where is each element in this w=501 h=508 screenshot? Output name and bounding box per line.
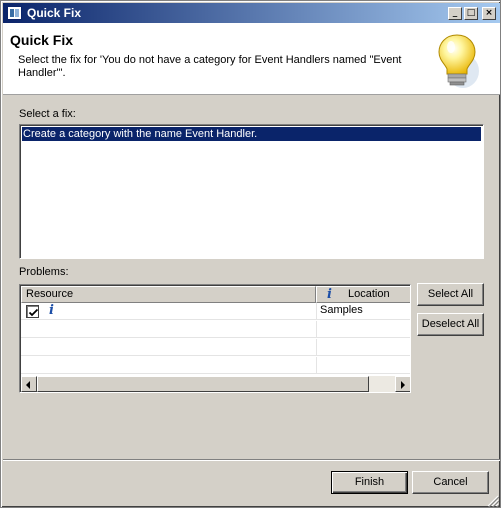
table-row — [21, 357, 410, 374]
info-icon: i — [327, 287, 332, 302]
problem-checkbox[interactable] — [26, 305, 39, 318]
fix-item[interactable]: Create a category with the name Event Ha… — [22, 127, 481, 141]
scroll-left-button[interactable] — [21, 376, 37, 392]
resize-grip-icon[interactable] — [487, 495, 499, 507]
table-row — [21, 339, 410, 356]
table-row[interactable]: i Samples — [21, 303, 410, 320]
table-header: Resource i Location — [21, 286, 410, 303]
lightbulb-icon — [438, 34, 479, 88]
dialog-header: Quick Fix Select the fix for 'You do not… — [3, 23, 500, 95]
problems-table[interactable]: Resource i Location i Samples — [19, 284, 411, 393]
quick-fix-dialog: Quick Fix _ □ × Quick Fix Select the fix… — [0, 0, 501, 508]
scrollbar-thumb[interactable] — [37, 376, 369, 392]
deselect-all-button[interactable]: Deselect All — [417, 313, 484, 336]
window-icon — [7, 6, 22, 20]
info-icon: i — [49, 303, 54, 318]
horizontal-scrollbar[interactable] — [21, 376, 410, 392]
select-fix-label: Select a fix: — [19, 108, 76, 120]
title-bar[interactable]: Quick Fix _ □ × — [3, 3, 500, 23]
table-row — [21, 321, 410, 338]
header-message: Select the fix for 'You do not have a ca… — [18, 54, 402, 79]
scroll-right-button[interactable] — [395, 376, 410, 392]
finish-button[interactable]: Finish — [331, 471, 408, 494]
column-header-location[interactable]: i Location — [316, 286, 410, 303]
table-body: i Samples — [21, 303, 410, 376]
problems-label: Problems: — [19, 266, 69, 278]
close-button[interactable]: × — [482, 7, 496, 20]
select-all-button[interactable]: Select All — [417, 283, 484, 306]
column-header-resource[interactable]: Resource — [21, 286, 316, 303]
cancel-button[interactable]: Cancel — [412, 471, 489, 494]
location-cell: Samples — [320, 304, 363, 316]
header-title: Quick Fix — [10, 32, 74, 48]
maximize-button[interactable]: □ — [464, 7, 478, 20]
fix-list[interactable]: Create a category with the name Event Ha… — [19, 124, 484, 259]
window-title: Quick Fix — [27, 6, 82, 20]
checkmark-icon — [28, 308, 39, 317]
separator — [3, 459, 500, 461]
minimize-button[interactable]: _ — [448, 7, 462, 20]
